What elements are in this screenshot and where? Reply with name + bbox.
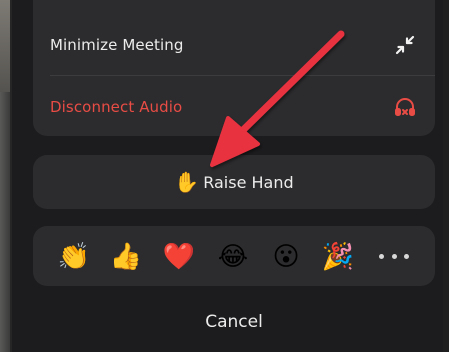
more-dots-icon[interactable] bbox=[379, 250, 409, 262]
cancel-label: Cancel bbox=[205, 312, 263, 332]
clapping-hands-icon[interactable]: 👏 bbox=[57, 240, 91, 274]
headphones-x-icon bbox=[395, 98, 415, 116]
cancel-button[interactable]: Cancel bbox=[33, 300, 435, 344]
tears-of-joy-icon[interactable]: 😂 bbox=[216, 240, 250, 274]
surprised-face-icon[interactable]: 😮 bbox=[269, 240, 303, 274]
red-heart-icon[interactable]: ❤️ bbox=[162, 240, 196, 274]
raised-hand-icon: ✋ bbox=[174, 170, 200, 194]
minimize-meeting-item[interactable]: Minimize Meeting bbox=[33, 14, 435, 76]
minimize-meeting-label: Minimize Meeting bbox=[50, 36, 184, 54]
minimize-arrows-icon bbox=[395, 35, 415, 55]
menu-options-card: Minimize Meeting Disconnect Audio bbox=[33, 0, 435, 136]
background-meeting-edge bbox=[0, 0, 10, 352]
raise-hand-button[interactable]: ✋ Raise Hand bbox=[33, 155, 435, 209]
thumbs-up-icon[interactable]: 👍 bbox=[109, 240, 143, 274]
raise-hand-label: Raise Hand bbox=[203, 172, 294, 192]
party-popper-icon[interactable]: 🎉 bbox=[321, 240, 355, 274]
disconnect-audio-label: Disconnect Audio bbox=[50, 98, 183, 116]
reactions-bar: 👏 👍 ❤️ 😂 😮 🎉 bbox=[33, 226, 435, 286]
disconnect-audio-item[interactable]: Disconnect Audio bbox=[33, 76, 435, 138]
zoom-more-menu-screen: Minimize Meeting Disconnect Audio ✋ Rais… bbox=[0, 0, 449, 352]
